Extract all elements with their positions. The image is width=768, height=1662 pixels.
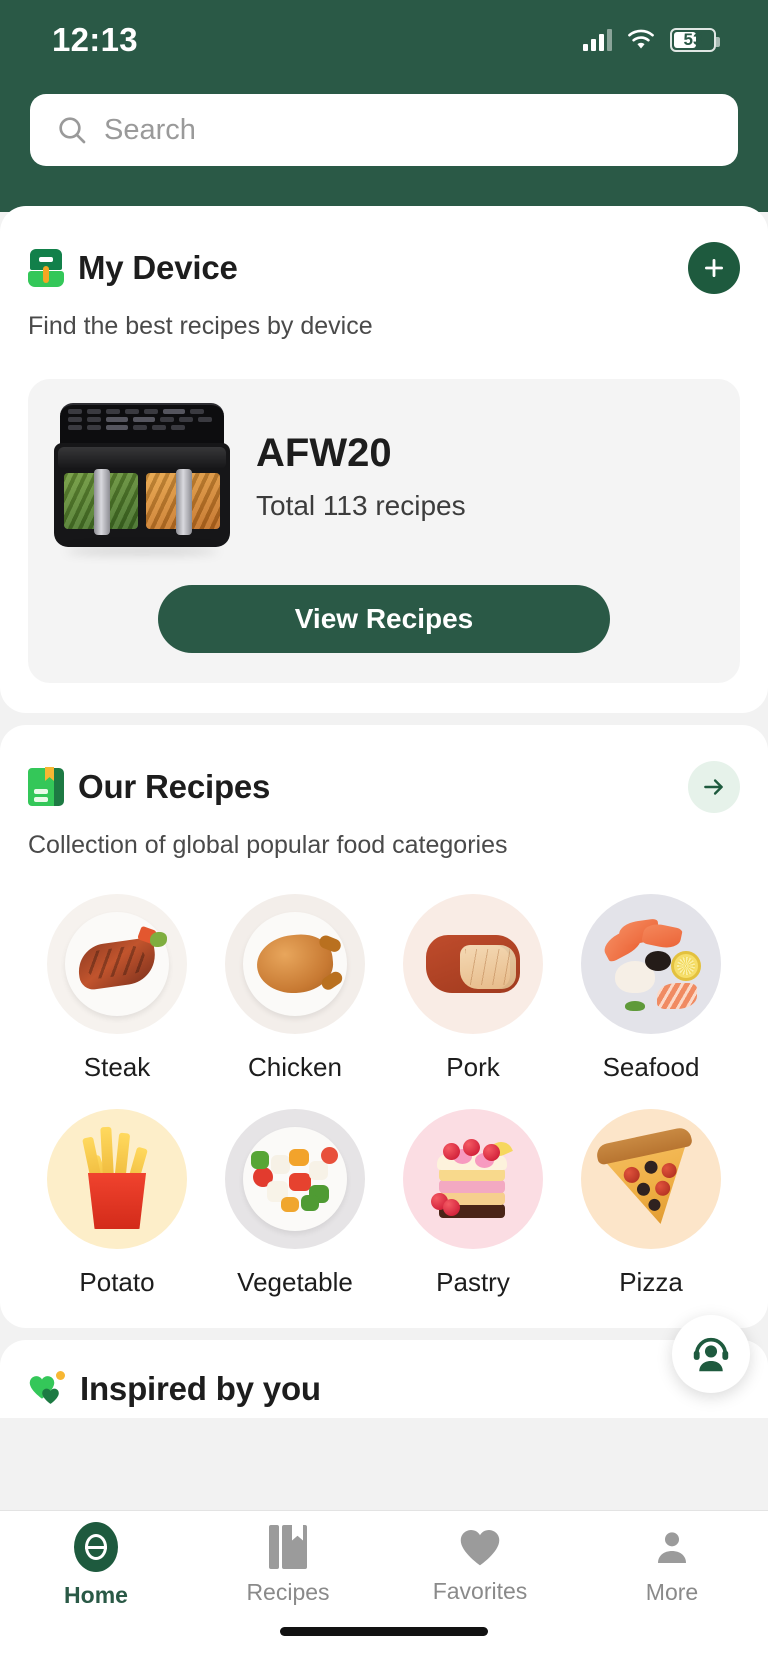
category-grid: Steak Chicken Pork Seafood Potato Vegeta… [28,894,740,1298]
category-image-seafood [581,894,721,1034]
tab-list: Home Recipes Favorites More [0,1511,768,1619]
category-image-pastry [403,1109,543,1249]
my-device-header: My Device [28,242,740,294]
category-label: Chicken [248,1052,342,1082]
our-recipes-title-group: Our Recipes [28,767,271,806]
recipe-book-icon [28,767,64,806]
my-device-title-group: My Device [28,249,238,287]
category-label: Seafood [602,1052,700,1082]
tab-more[interactable]: More [576,1511,768,1619]
category-image-vegetable [225,1109,365,1249]
arrow-right-icon [704,779,723,795]
book-icon [269,1524,307,1569]
category-item-pork[interactable]: Pork [384,894,562,1083]
device-panel[interactable]: AFW20 Total 113 recipes View Recipes [28,379,740,683]
category-label: Vegetable [237,1267,353,1297]
category-item-seafood[interactable]: Seafood [562,894,740,1083]
category-label: Pizza [619,1267,683,1297]
category-item-potato[interactable]: Potato [28,1109,206,1298]
device-recipe-count: Total 113 recipes [256,489,466,521]
our-recipes-header: Our Recipes [28,761,740,813]
battery-percent: 53 [683,30,703,49]
search-bar[interactable] [30,94,738,166]
my-device-subtitle: Find the best recipes by device [28,312,373,340]
category-item-vegetable[interactable]: Vegetable [206,1109,384,1298]
device-info: AFW20 Total 113 recipes [256,431,466,522]
tab-favorites[interactable]: Favorites [384,1511,576,1619]
plus-icon [705,259,723,277]
category-item-chicken[interactable]: Chicken [206,894,384,1083]
add-device-button[interactable] [688,242,740,294]
device-name: AFW20 [256,430,392,475]
air-fryer-icon [28,249,64,287]
category-item-pastry[interactable]: Pastry [384,1109,562,1298]
category-label: Pork [446,1052,500,1082]
bottom-tab-bar: Home Recipes Favorites More [0,1510,768,1662]
battery-icon: 53 [670,28,720,52]
category-label: Steak [83,1052,151,1082]
category-image-pizza [581,1109,721,1249]
support-agent-icon [693,1337,729,1372]
home-indicator [280,1627,488,1636]
category-label: Pastry [436,1267,510,1297]
category-item-steak[interactable]: Steak [28,894,206,1083]
view-recipes-button[interactable]: View Recipes [158,585,610,653]
our-recipes-card: Our Recipes Collection of global popular… [0,725,768,1328]
our-recipes-title: Our Recipes [78,768,271,805]
app-header: 12:13 53 [0,0,768,212]
category-item-pizza[interactable]: Pizza [562,1109,740,1298]
my-device-title: My Device [78,249,238,286]
support-fab-button[interactable] [672,1315,750,1393]
heart-icon [460,1529,500,1565]
tab-recipes[interactable]: Recipes [192,1511,384,1619]
device-row: AFW20 Total 113 recipes [54,401,714,555]
status-clock: 12:13 [52,21,138,58]
tab-label: More [645,1578,699,1605]
cellular-signal-icon [583,29,612,51]
inspired-by-you-card: Inspired by you [0,1340,768,1418]
status-indicators: 53 [583,28,720,52]
category-image-chicken [225,894,365,1034]
inspired-title-group: Inspired by you [28,1370,740,1408]
search-icon [59,117,86,144]
tab-home[interactable]: Home [0,1511,192,1619]
status-bar: 12:13 53 [30,0,738,80]
our-recipes-subtitle: Collection of global popular food catego… [28,831,508,859]
category-label: Potato [79,1267,155,1297]
page-content: My Device Find the best recipes by devic… [0,206,768,1662]
search-input[interactable] [104,113,712,147]
my-device-card: My Device Find the best recipes by devic… [0,206,768,713]
hearts-icon [28,1370,66,1408]
tab-label: Home [64,1581,128,1608]
our-recipes-arrow-button[interactable] [688,761,740,813]
tab-label: Recipes [246,1578,330,1605]
person-icon [658,1531,686,1563]
wifi-icon [628,29,654,49]
air-fryer-photo [54,401,230,555]
category-image-pork [403,894,543,1034]
inspired-title: Inspired by you [80,1370,321,1407]
category-image-steak [47,894,187,1034]
home-logo-icon [74,1521,118,1572]
category-image-potato [47,1109,187,1249]
tab-label: Favorites [432,1577,528,1604]
